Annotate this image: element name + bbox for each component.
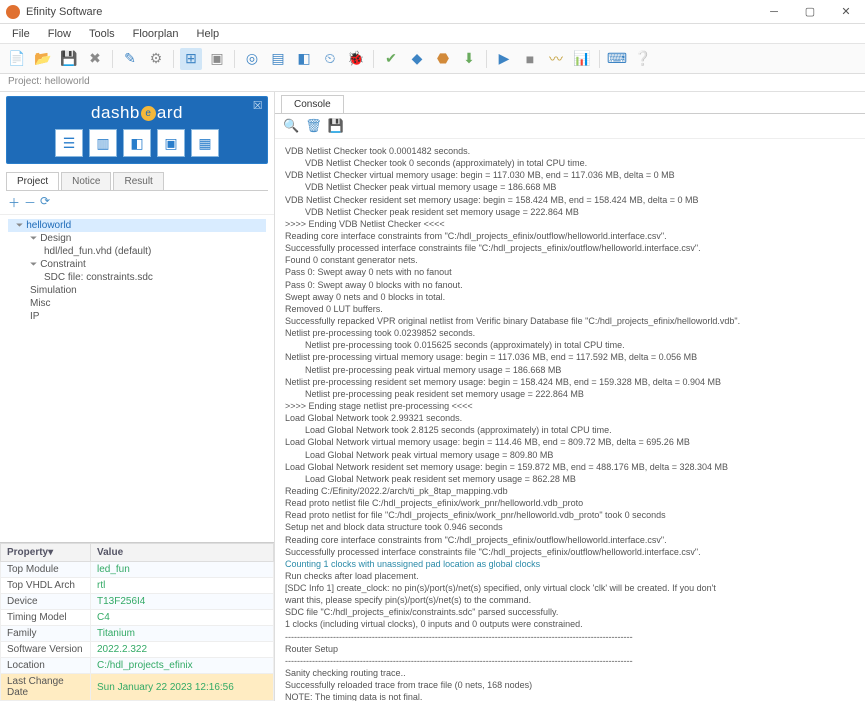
tab-result[interactable]: Result [113,172,163,190]
dash-timing-icon[interactable]: ▣ [157,129,185,157]
pnr-icon[interactable]: ◆ [406,48,428,70]
open-project-icon[interactable]: 📂 [32,48,54,70]
program-icon[interactable]: ⬇ [458,48,480,70]
menu-flow[interactable]: Flow [40,26,79,42]
menubar: File Flow Tools Floorplan Help [0,24,865,44]
prop-val: 2022.2.322 [91,642,274,658]
menu-file[interactable]: File [4,26,38,42]
dashboard-banner: ⮽ dashbeard ☰ ▥ ◧ ▣ ▦ [6,96,268,164]
left-pane: ⮽ dashbeard ☰ ▥ ◧ ▣ ▦ Project Notice Res… [0,92,275,701]
dash-debug-icon[interactable]: ▦ [191,129,219,157]
menu-tools[interactable]: Tools [81,26,123,42]
app-icon [6,5,20,19]
minimize-button[interactable]: ─ [761,3,787,21]
prop-val: C4 [91,610,274,626]
timing-icon[interactable]: ⏲ [319,48,341,70]
prop-key: Family [1,626,91,642]
tree-design-file[interactable]: hdl/led_fun.vhd (default) [36,245,266,258]
dashboard-title: dashbeard [13,103,261,123]
editor-icon[interactable]: ▣ [206,48,228,70]
prop-val: led_fun [91,562,274,578]
remove-file-icon[interactable]: － [24,194,36,211]
wave-icon[interactable]: 〰 [545,48,567,70]
prop-val: rtl [91,578,274,594]
dashboard-close-icon[interactable]: ⮽ [253,100,262,113]
window-titlebar: Efinity Software ─ ▢ ✕ [0,0,865,24]
dash-project-icon[interactable]: ☰ [55,129,83,157]
tree-misc[interactable]: Misc [22,297,266,310]
tree-simulation[interactable]: Simulation [22,284,266,297]
right-pane: Console 🔍 🗑 💾 VDB Netlist Checker took 0… [275,92,865,701]
console-output[interactable]: VDB Netlist Checker took 0.0001482 secon… [275,139,865,701]
close-project-icon[interactable]: ✖ [84,48,106,70]
tree-sdc-file[interactable]: SDC file: constraints.sdc [36,271,266,284]
props-header-property[interactable]: Property▾ [1,544,91,562]
left-tabs: Project Notice Result [6,172,268,191]
console-tab[interactable]: Console [281,95,344,113]
prop-key: Last Change Date [1,674,91,701]
prop-key: Software Version [1,642,91,658]
bitgen-icon[interactable]: ⬣ [432,48,454,70]
constraints-icon[interactable]: ▤ [267,48,289,70]
dashboard-icon[interactable]: ⊞ [180,48,202,70]
maximize-button[interactable]: ▢ [797,3,823,21]
close-button[interactable]: ✕ [833,3,859,21]
tree-design[interactable]: Design [22,232,266,245]
report-icon[interactable]: 📊 [571,48,593,70]
stop-icon[interactable]: ■ [519,48,541,70]
run-icon[interactable]: ▶ [493,48,515,70]
prop-val: T13F256I4 [91,594,274,610]
prop-val: Sun January 22 2023 12:16:56 [91,674,274,701]
tree-root[interactable]: helloworld [8,219,266,232]
debug-icon[interactable]: 🐞 [345,48,367,70]
prop-key: Top Module [1,562,91,578]
properties-table: Property▾ Value Top Moduleled_fun Top VH… [0,542,274,701]
menu-help[interactable]: Help [189,26,228,42]
prop-key: Timing Model [1,610,91,626]
prop-key: Device [1,594,91,610]
props-header-value[interactable]: Value [91,544,274,562]
tree-ip[interactable]: IP [22,310,266,323]
save-icon[interactable]: 💾 [58,48,80,70]
toolbar: 📄 📂 💾 ✖ ✎ ⚙ ⊞ ▣ ◎ ▤ ◧ ⏲ 🐞 ✔ ◆ ⬣ ⬇ ▶ ■ 〰 … [0,44,865,74]
refresh-icon[interactable]: ⟳ [40,194,50,211]
prop-val: C:/hdl_projects_efinix [91,658,274,674]
console-clear-icon[interactable]: 🗑 [305,118,322,134]
synthesis-icon[interactable]: ✔ [380,48,402,70]
prop-key: Top VHDL Arch [1,578,91,594]
prop-val: Titanium [91,626,274,642]
menu-floorplan[interactable]: Floorplan [125,26,187,42]
project-tree[interactable]: helloworld Design hdl/led_fun.vhd (defau… [0,215,274,395]
tab-notice[interactable]: Notice [61,172,111,190]
console-save-icon[interactable]: 💾 [328,118,344,134]
tree-toolbar: ＋ － ⟳ [0,191,274,215]
project-path-label: Project: helloworld [0,74,865,92]
tree-constraint[interactable]: Constraint [22,258,266,271]
new-project-icon[interactable]: 📄 [6,48,28,70]
ip-icon[interactable]: ◎ [241,48,263,70]
console-search-icon[interactable]: 🔍 [283,118,299,134]
edit-icon[interactable]: ✎ [119,48,141,70]
tab-project[interactable]: Project [6,172,59,190]
prop-key: Location [1,658,91,674]
add-file-icon[interactable]: ＋ [8,194,20,211]
dash-floorplan-icon[interactable]: ◧ [123,129,151,157]
help-icon[interactable]: ❔ [632,48,654,70]
console-toolbar: 🔍 🗑 💾 [275,114,865,139]
dash-editor-icon[interactable]: ▥ [89,129,117,157]
window-title: Efinity Software [26,6,761,18]
floorplan-icon[interactable]: ◧ [293,48,315,70]
settings-icon[interactable]: ⚙ [145,48,167,70]
terminal-icon[interactable]: ⌨ [606,48,628,70]
